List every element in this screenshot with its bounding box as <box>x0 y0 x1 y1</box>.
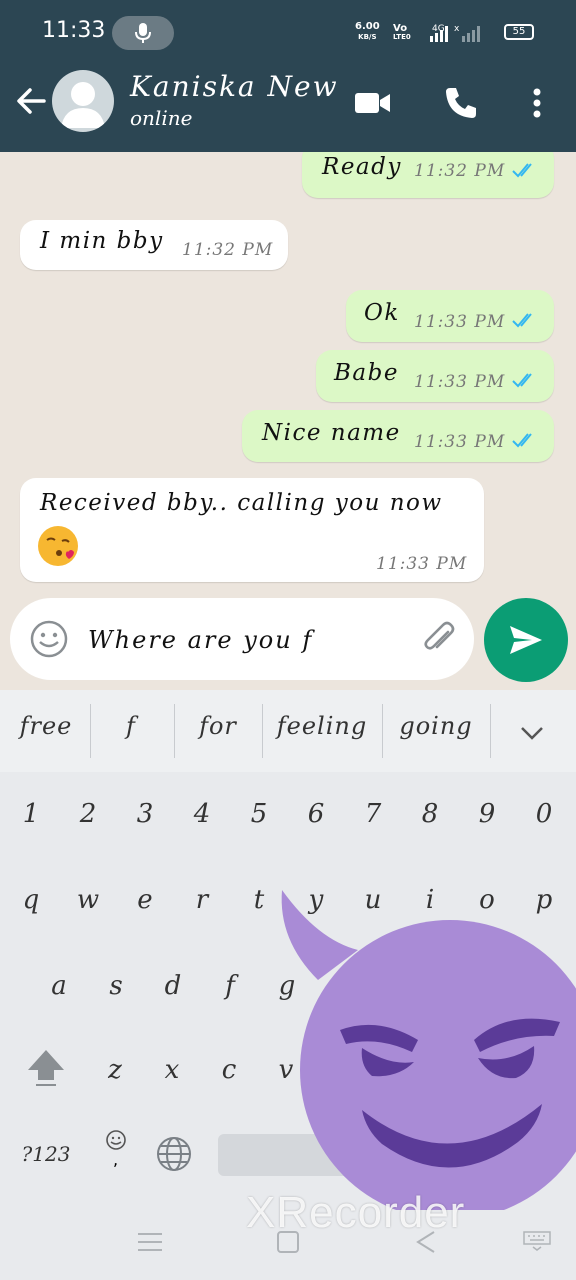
message-outgoing[interactable]: Ready 11:32 PM <box>302 152 554 198</box>
suggestion-item[interactable]: free <box>6 712 86 752</box>
key-3[interactable]: 3 <box>120 784 170 844</box>
message-time: 11:33 PM <box>414 432 506 452</box>
suggestion-divider <box>490 704 491 758</box>
key-1[interactable]: 1 <box>6 784 56 844</box>
message-outgoing[interactable]: Nice name 11:33 PM <box>242 410 554 462</box>
key-6[interactable]: 6 <box>291 784 341 844</box>
key-0[interactable]: 0 <box>519 784 569 844</box>
key-d[interactable]: d <box>148 956 198 1016</box>
status-time: 11:33 <box>42 18 106 43</box>
network-speed-unit: KB/S <box>358 33 377 41</box>
message-composer <box>10 598 474 680</box>
microphone-icon <box>135 23 151 43</box>
suggestion-divider <box>262 704 263 758</box>
key-q[interactable]: q <box>6 870 56 930</box>
suggestion-divider <box>90 704 91 758</box>
key-5[interactable]: 5 <box>234 784 284 844</box>
attach-paperclip-icon[interactable] <box>418 618 460 660</box>
message-incoming[interactable]: I min bby 11:32 PM <box>20 220 288 270</box>
read-receipt-icon <box>512 313 532 328</box>
read-receipt-icon <box>512 163 532 178</box>
message-text: Received bby.. calling you now <box>40 490 443 516</box>
message-time: 11:33 PM <box>376 554 468 574</box>
message-list[interactable]: Ready 11:32 PM I min bby 11:32 PM Ok 11:… <box>0 152 576 598</box>
message-text: Ready <box>322 154 402 180</box>
battery-icon: 55 <box>504 24 534 40</box>
chat-header: Kaniska New online <box>0 62 576 152</box>
mic-active-indicator <box>112 16 174 50</box>
recorder-watermark: XRecorder <box>246 1188 466 1237</box>
volte-bottom: LTE0 <box>393 33 411 41</box>
svg-text:x: x <box>454 24 460 34</box>
key-2[interactable]: 2 <box>63 784 113 844</box>
volte-indicator: Vo LTE0 <box>393 24 411 42</box>
key-f[interactable]: f <box>205 956 255 1016</box>
back-arrow-icon[interactable] <box>14 84 48 118</box>
read-receipt-icon <box>512 373 532 388</box>
message-incoming[interactable]: Received bby.. calling you now 11:33 PM <box>20 478 484 582</box>
message-time: 11:33 PM <box>414 312 506 332</box>
video-call-icon[interactable] <box>352 82 394 124</box>
shift-arrow-icon[interactable] <box>24 1046 68 1090</box>
smiley-icon <box>106 1130 126 1150</box>
key-9[interactable]: 9 <box>462 784 512 844</box>
status-bar: 11:33 6.00 KB/S Vo LTE0 4G x 55 <box>0 0 576 62</box>
suggestion-divider <box>382 704 383 758</box>
send-button[interactable] <box>484 598 568 682</box>
network-speed: 6.00 KB/S <box>355 22 380 42</box>
kissing-face-emoji-icon <box>38 526 78 566</box>
symbols-key[interactable]: ?123 <box>14 1124 78 1184</box>
send-arrow-icon <box>510 626 542 654</box>
smiling-devil-sticker-icon <box>281 890 576 1210</box>
message-time: 11:33 PM <box>414 372 506 392</box>
read-receipt-icon <box>512 433 532 448</box>
more-options-icon[interactable] <box>516 82 558 124</box>
key-w[interactable]: w <box>63 870 113 930</box>
key-z[interactable]: z <box>90 1040 140 1100</box>
menu-lines-icon[interactable] <box>136 1230 164 1254</box>
message-input[interactable] <box>88 620 388 660</box>
battery-level: 55 <box>512 26 526 37</box>
message-text: Nice name <box>262 420 401 446</box>
key-x[interactable]: x <box>147 1040 197 1100</box>
suggestion-item[interactable]: feeling <box>266 712 378 752</box>
phone-call-icon[interactable] <box>440 82 482 124</box>
suggestion-divider <box>174 704 175 758</box>
default-avatar-icon <box>61 82 105 128</box>
suggestion-item[interactable]: going <box>388 712 484 752</box>
key-7[interactable]: 7 <box>348 784 398 844</box>
keyboard-toggle-icon[interactable] <box>522 1230 552 1252</box>
key-4[interactable]: 4 <box>177 784 227 844</box>
emoji-key[interactable]: , <box>96 1126 136 1176</box>
suggestion-item[interactable]: f <box>94 712 168 752</box>
contact-name[interactable]: Kaniska New <box>130 70 339 103</box>
volte-top: Vo <box>393 23 408 34</box>
chevron-down-icon[interactable] <box>512 712 552 752</box>
comma-label: , <box>113 1150 119 1169</box>
key-e[interactable]: e <box>120 870 170 930</box>
network-speed-value: 6.00 <box>355 21 380 32</box>
key-8[interactable]: 8 <box>405 784 455 844</box>
key-s[interactable]: s <box>91 956 141 1016</box>
contact-status: online <box>130 106 193 130</box>
message-outgoing[interactable]: Ok 11:33 PM <box>346 290 554 342</box>
globe-icon[interactable] <box>154 1134 194 1174</box>
message-time: 11:32 PM <box>414 161 506 181</box>
message-text: I min bby <box>40 228 164 254</box>
message-text: Ok <box>364 300 400 326</box>
emoji-icon[interactable] <box>28 618 70 660</box>
suggestion-strip: free f for feeling going <box>0 690 576 772</box>
signal-icon: 4G x <box>430 24 480 42</box>
key-r[interactable]: r <box>177 870 227 930</box>
message-time: 11:32 PM <box>182 240 274 260</box>
message-text: Babe <box>334 360 399 386</box>
key-a[interactable]: a <box>34 956 84 1016</box>
suggestion-item[interactable]: for <box>180 712 256 752</box>
message-outgoing[interactable]: Babe 11:33 PM <box>316 350 554 402</box>
key-t[interactable]: t <box>234 870 284 930</box>
key-c[interactable]: c <box>204 1040 254 1100</box>
avatar[interactable] <box>52 70 114 132</box>
